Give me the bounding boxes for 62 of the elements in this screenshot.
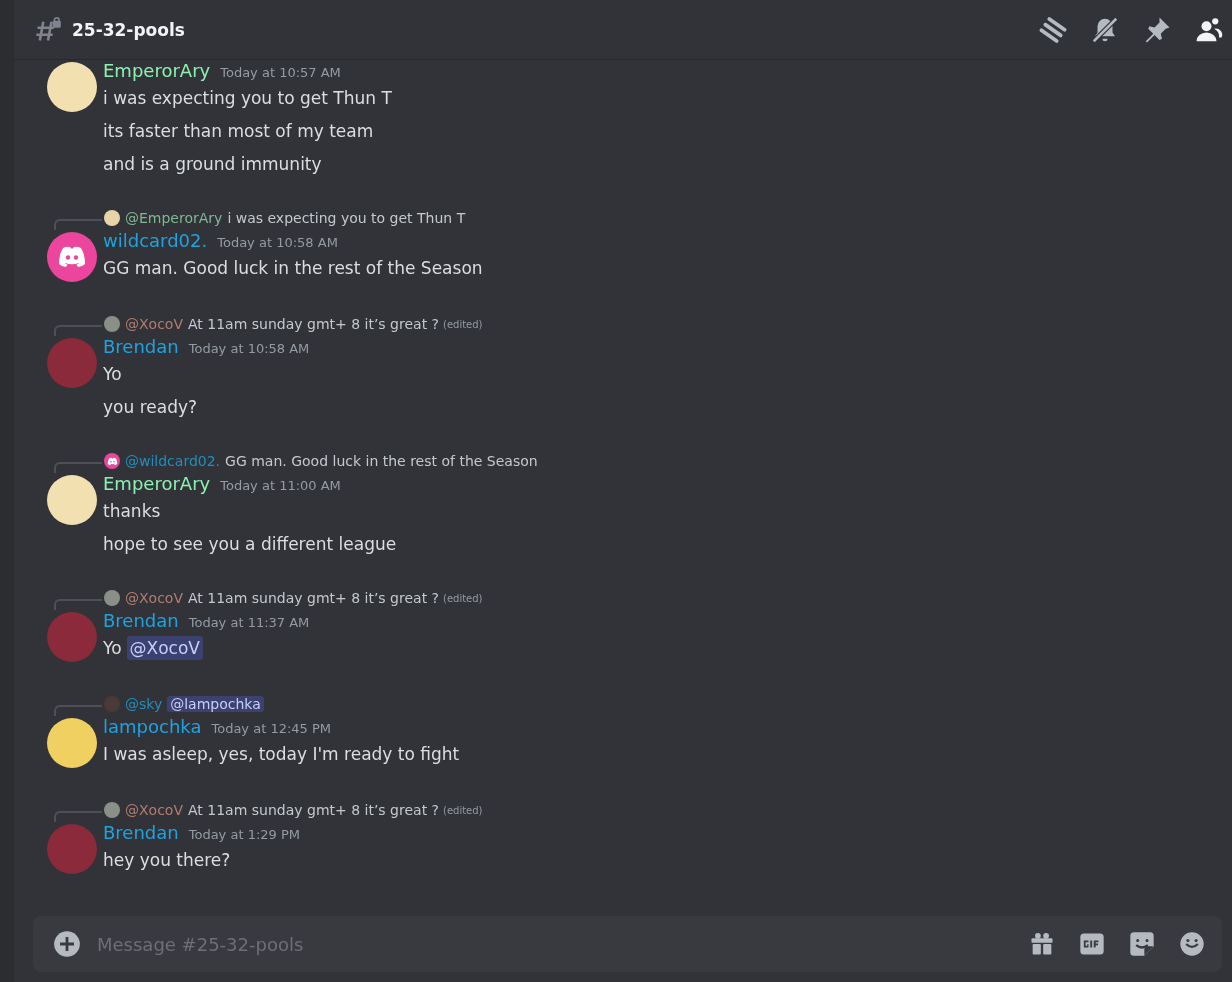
mention[interactable]: @lampochka [167, 696, 264, 712]
username[interactable]: EmperorAry [103, 473, 211, 494]
message-text: thanks [103, 500, 161, 523]
emoji-icon[interactable] [1178, 930, 1206, 958]
avatar[interactable] [47, 62, 97, 112]
reply-connector [54, 599, 102, 610]
locked-channel-icon [34, 15, 62, 44]
message-text: hey you there? [103, 849, 231, 872]
timestamp: Today at 11:37 AM [188, 615, 310, 630]
timestamp: Today at 10:58 AM [188, 341, 310, 356]
avatar[interactable] [47, 475, 97, 525]
username[interactable]: EmperorAry [103, 60, 211, 81]
reply-preview[interactable]: i was expecting you to get Thun T [227, 210, 466, 226]
mention[interactable]: @XocoV [126, 636, 203, 660]
reply-author[interactable]: @XocoV [125, 802, 183, 818]
avatar[interactable] [104, 453, 120, 469]
username[interactable]: Brendan [103, 336, 179, 357]
username[interactable]: wildcard02. [103, 230, 208, 251]
message-text: hope to see you a different league [103, 533, 397, 556]
message-text: Yo [103, 363, 122, 386]
reply-preview[interactable]: At 11am sunday gmt+ 8 it’s great ? [188, 590, 439, 606]
message-input[interactable]: Message #25-32-pools [95, 932, 1028, 956]
avatar[interactable] [47, 718, 97, 768]
reply-connector [54, 705, 102, 716]
channel-title: 25-32-pools [72, 19, 185, 40]
reply-connector [54, 325, 102, 336]
message-text: GG man. Good luck in the rest of the Season [103, 257, 483, 280]
reply-author[interactable]: @sky [125, 696, 163, 712]
muted-bell-icon[interactable] [1090, 14, 1120, 45]
edited-label: (edited) [443, 592, 483, 604]
username[interactable]: Brendan [103, 610, 179, 631]
username[interactable]: lampochka [103, 716, 202, 737]
edited-label: (edited) [443, 804, 483, 816]
timestamp: Today at 12:45 PM [211, 721, 332, 736]
reply-preview[interactable]: GG man. Good luck in the rest of the Season [225, 453, 538, 469]
message-text: you ready? [103, 396, 197, 419]
reply-connector [54, 462, 102, 473]
threads-icon[interactable] [1038, 14, 1068, 45]
message-text: i was expecting you to get Thun T [103, 87, 392, 110]
reply-preview[interactable]: At 11am sunday gmt+ 8 it’s great ? [188, 316, 439, 332]
add-icon[interactable] [53, 930, 81, 958]
reply-connector [54, 219, 102, 230]
timestamp: Today at 10:58 AM [217, 235, 338, 250]
username[interactable]: Brendan [103, 822, 179, 843]
message-text: and is a ground immunity [103, 153, 322, 176]
reply-author[interactable]: @XocoV [125, 316, 183, 332]
sticker-icon[interactable] [1128, 930, 1156, 958]
message-text: I was asleep, yes, today I'm ready to fight [103, 743, 460, 766]
avatar[interactable] [104, 210, 120, 226]
reply-preview[interactable]: At 11am sunday gmt+ 8 it’s great ? [188, 802, 439, 818]
edited-label: (edited) [443, 318, 483, 330]
reply-author[interactable]: @wildcard02. [125, 453, 221, 469]
timestamp: Today at 1:29 PM [188, 827, 300, 842]
reply-author[interactable]: @XocoV [125, 590, 183, 606]
message-text: its faster than most of my team [103, 120, 374, 143]
reply-author[interactable]: @EmperorAry [125, 210, 223, 226]
timestamp: Today at 11:00 AM [220, 478, 341, 493]
message-text: Yo [103, 637, 122, 660]
reply-connector [54, 811, 102, 822]
timestamp: Today at 10:57 AM [220, 65, 341, 80]
avatar[interactable] [47, 232, 97, 282]
message-composer[interactable]: Message #25-32-pools [33, 916, 1222, 972]
